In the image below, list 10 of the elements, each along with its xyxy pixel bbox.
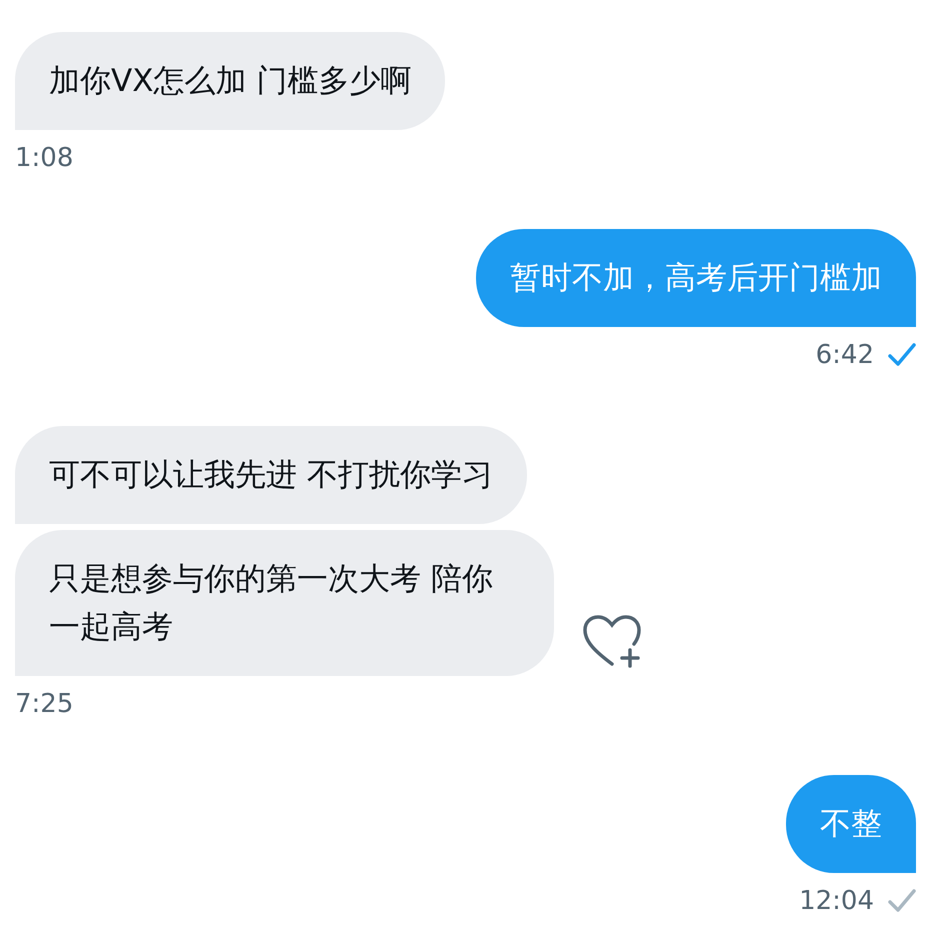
message-time: 6:42 [816, 339, 874, 371]
message-bubble: 可不可以让我先进 不打扰你学习 [15, 426, 527, 524]
message-bubble: 暂时不加，高考后开门槛加 [476, 229, 916, 327]
add-reaction-icon[interactable] [582, 614, 642, 668]
message-bubble: 加你VX怎么加 门槛多少啊 [15, 32, 446, 130]
message-time: 1:08 [15, 142, 74, 174]
message-time: 7:25 [15, 688, 74, 720]
message-bubble: 只是想参与你的第一次大考 陪你一起高考 [15, 530, 554, 676]
message-bubble: 不整 [786, 775, 916, 873]
message-time: 12:04 [799, 885, 874, 917]
